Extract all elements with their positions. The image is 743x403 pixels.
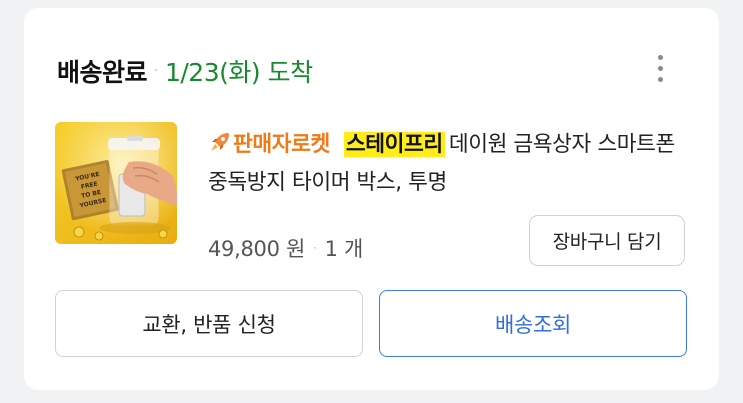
price-separator: ·	[313, 241, 317, 255]
seller-rocket-badge: 판매자로켓	[233, 132, 330, 157]
product-thumbnail[interactable]: YOU'RE FREE TO BE YOURSE	[55, 122, 177, 244]
rocket-icon	[211, 133, 229, 151]
product-price: 49,800 원	[208, 237, 306, 261]
brand-name: 스테이프리	[343, 132, 445, 157]
add-to-cart-button[interactable]: 장바구니 담기	[529, 215, 685, 266]
price-row: 49,800 원 · 1 개	[208, 228, 363, 268]
order-card: 배송완료 · 1/23(화) 도착 YOU'RE FREE TO BE YOUR…	[24, 8, 719, 390]
arrival-date: 1/23(화) 도착	[164, 58, 313, 87]
more-options-icon[interactable]	[645, 48, 675, 88]
more-dot	[657, 65, 663, 71]
product-quantity: 1 개	[324, 237, 364, 261]
product-image: YOU'RE FREE TO BE YOURSE	[55, 122, 177, 244]
delivery-status: 배송완료	[57, 58, 148, 87]
track-delivery-button[interactable]: 배송조회	[379, 290, 687, 357]
more-dot	[657, 76, 663, 82]
order-status-header: 배송완료 · 1/23(화) 도착	[57, 51, 313, 91]
exchange-return-button[interactable]: 교환, 반품 신청	[55, 290, 363, 357]
more-dot	[657, 54, 663, 60]
status-separator: ·	[154, 63, 158, 79]
product-title[interactable]: 판매자로켓 스테이프리 데이원 금욕상자 스마트폰 중독방지 타이머 박스, 투명	[208, 126, 688, 202]
